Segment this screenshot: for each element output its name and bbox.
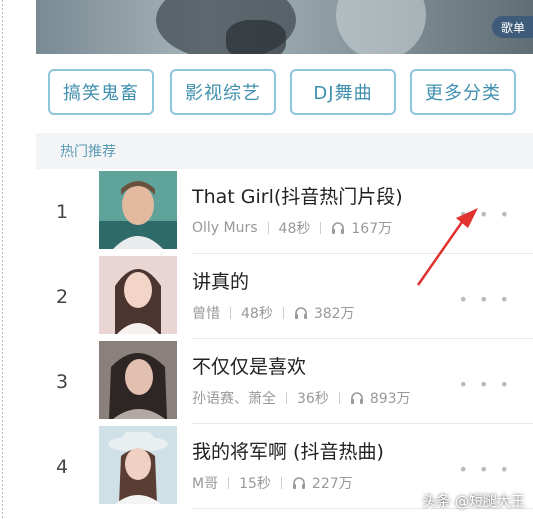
more-options-button[interactable]: • • • bbox=[459, 460, 512, 479]
song-duration: 48秒 bbox=[241, 306, 273, 322]
playlist-banner[interactable]: 歌单 bbox=[36, 0, 533, 54]
song-play-count: 167万 bbox=[351, 221, 393, 237]
category-button-more[interactable]: 更多分类 bbox=[410, 69, 516, 115]
headphones-icon bbox=[331, 221, 345, 235]
song-row[interactable]: 2 讲真的 曾惜 48秒 382万 • • • bbox=[36, 254, 533, 339]
song-title: 我的将军啊 (抖音热曲) bbox=[192, 441, 384, 463]
category-buttons: 搞笑鬼畜 影视综艺 DJ舞曲 更多分类 bbox=[48, 69, 522, 119]
category-button-dj[interactable]: DJ舞曲 bbox=[290, 69, 396, 115]
divider bbox=[282, 307, 284, 319]
song-meta: Olly Murs 48秒 167万 bbox=[192, 218, 392, 238]
divider bbox=[230, 307, 231, 319]
song-artist: 孙语赛、萧全 bbox=[192, 391, 276, 407]
album-cover bbox=[99, 426, 177, 504]
song-duration: 36秒 bbox=[297, 391, 329, 407]
album-cover bbox=[99, 341, 177, 419]
divider bbox=[267, 222, 269, 234]
page-edge-divider bbox=[2, 0, 3, 519]
song-play-count: 227万 bbox=[311, 476, 353, 492]
banner-image-shape bbox=[336, 0, 426, 54]
divider bbox=[286, 392, 287, 404]
more-options-button[interactable]: • • • bbox=[459, 290, 512, 309]
category-button-funny[interactable]: 搞笑鬼畜 bbox=[48, 69, 154, 115]
song-meta: 曾惜 48秒 382万 bbox=[192, 303, 355, 323]
song-list: 1 That Girl(抖音热门片段) Olly Murs 48秒 167万 •… bbox=[36, 169, 533, 509]
playlist-badge: 歌单 bbox=[492, 16, 533, 38]
song-artist: Olly Murs bbox=[192, 220, 258, 236]
song-duration: 48秒 bbox=[278, 221, 311, 237]
divider bbox=[320, 222, 322, 234]
divider bbox=[280, 477, 282, 489]
album-cover bbox=[99, 256, 177, 334]
song-duration: 15秒 bbox=[239, 476, 271, 492]
headphones-icon bbox=[350, 391, 364, 405]
banner-image-shape bbox=[226, 20, 286, 54]
album-cover bbox=[99, 171, 177, 249]
more-options-button[interactable]: • • • bbox=[459, 205, 512, 224]
song-rank: 2 bbox=[56, 286, 69, 308]
song-rank: 4 bbox=[56, 456, 69, 478]
song-play-count: 893万 bbox=[369, 391, 411, 407]
divider bbox=[228, 477, 230, 489]
song-row[interactable]: 3 不仅仅是喜欢 孙语赛、萧全 36秒 893万 • • • bbox=[36, 339, 533, 424]
more-options-button[interactable]: • • • bbox=[459, 375, 512, 394]
song-rank: 3 bbox=[56, 371, 69, 393]
song-row[interactable]: 1 That Girl(抖音热门片段) Olly Murs 48秒 167万 •… bbox=[36, 169, 533, 254]
song-meta: M哥 15秒 227万 bbox=[192, 473, 353, 493]
song-title: 讲真的 bbox=[192, 271, 250, 293]
category-button-film-variety[interactable]: 影视综艺 bbox=[170, 69, 276, 115]
song-title: That Girl(抖音热门片段) bbox=[192, 186, 403, 208]
headphones-icon bbox=[292, 476, 306, 490]
watermark: 头条 @短腿大王 bbox=[422, 494, 525, 510]
song-artist: 曾惜 bbox=[192, 306, 220, 322]
divider bbox=[338, 392, 340, 404]
song-rank: 1 bbox=[56, 201, 69, 223]
headphones-icon bbox=[294, 306, 308, 320]
song-title: 不仅仅是喜欢 bbox=[192, 356, 307, 378]
song-meta: 孙语赛、萧全 36秒 893万 bbox=[192, 388, 411, 408]
section-header: 热门推荐 bbox=[36, 133, 533, 169]
song-artist: M哥 bbox=[192, 476, 219, 492]
song-play-count: 382万 bbox=[313, 306, 355, 322]
